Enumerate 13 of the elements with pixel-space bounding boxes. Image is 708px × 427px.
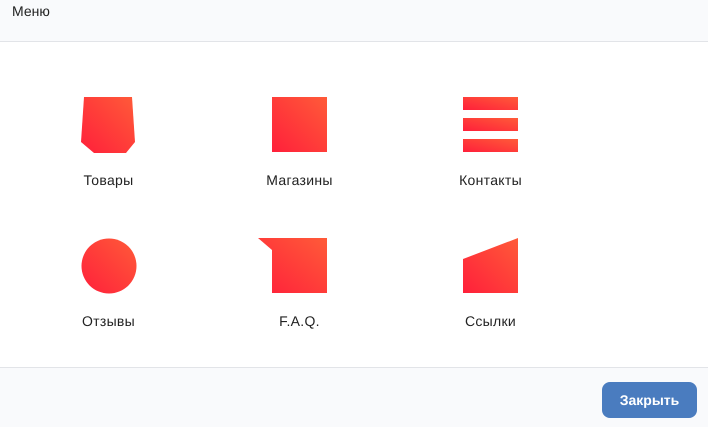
menu-item[interactable]: Товары	[80, 97, 136, 189]
menu-item[interactable]: Контакты	[459, 97, 522, 189]
bars-icon	[462, 97, 518, 153]
menu-item[interactable]: F.A.Q.	[258, 238, 327, 330]
menu-item[interactable]: Отзывы	[80, 238, 136, 330]
square-icon	[272, 97, 328, 153]
close-button[interactable]: Закрыть	[602, 382, 697, 418]
wedge-icon	[462, 238, 518, 294]
pentagon-icon	[80, 97, 136, 153]
circle-icon	[80, 238, 136, 294]
menu-item[interactable]: Магазины	[266, 97, 333, 189]
window-title: Меню	[12, 3, 50, 20]
menu-item[interactable]: Ссылки	[462, 238, 518, 330]
